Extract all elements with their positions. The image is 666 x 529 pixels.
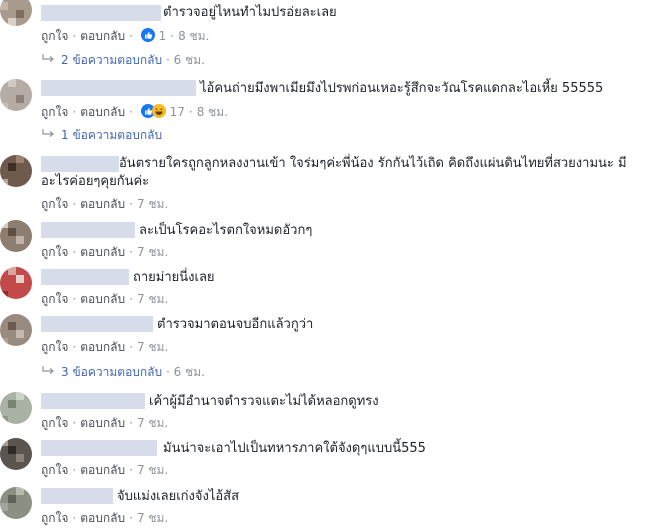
comment-text: เค้าผู้มีอำนาจตำรวจแตะไม่ได้หลอกดูทรง bbox=[149, 394, 379, 409]
like-button[interactable]: ถูกใจ bbox=[41, 197, 68, 211]
commenter-name[interactable] bbox=[41, 316, 153, 332]
comment-text: อันตรายใครถูกลูกหลงงานเข้า ใจร่มๆค่ะพี่น… bbox=[41, 156, 627, 189]
replies-time: 6 ชม. bbox=[173, 53, 205, 67]
timestamp[interactable]: 7 ชม. bbox=[137, 511, 168, 525]
avatar[interactable] bbox=[0, 267, 32, 299]
timestamp[interactable]: 8 ชม. bbox=[178, 29, 209, 43]
comment-text: ไอ้คนถ่ายมึงพาเมียมึงไปรพก่อนเหอะรู้สึกจ… bbox=[200, 81, 604, 96]
avatar[interactable] bbox=[0, 438, 32, 470]
replies-count[interactable]: 2 ข้อความตอบกลับ bbox=[61, 53, 162, 67]
comment-actions: ถูกใจ · ตอบกลับ · 7 ชม. bbox=[41, 511, 169, 525]
like-button[interactable]: ถูกใจ bbox=[41, 511, 68, 525]
reaction-count[interactable]: 17 bbox=[170, 105, 185, 119]
like-button[interactable]: ถูกใจ bbox=[41, 292, 68, 306]
like-button[interactable]: ถูกใจ bbox=[41, 245, 68, 259]
reply-arrow-icon bbox=[42, 54, 54, 62]
reply-button[interactable]: ตอบกลับ bbox=[80, 463, 125, 477]
comment-actions: ถูกใจ · ตอบกลับ · 7 ชม. bbox=[41, 245, 169, 259]
commenter-name[interactable] bbox=[41, 393, 145, 409]
like-button[interactable]: ถูกใจ bbox=[41, 29, 68, 43]
timestamp[interactable]: 7 ชม. bbox=[137, 197, 168, 211]
like-button[interactable]: ถูกใจ bbox=[41, 463, 68, 477]
like-reaction-icon[interactable] bbox=[140, 28, 155, 46]
view-replies-link[interactable]: 1 ข้อความตอบกลับ bbox=[41, 127, 162, 143]
commenter-name[interactable] bbox=[41, 5, 161, 21]
like-button[interactable]: ถูกใจ bbox=[41, 416, 68, 430]
comment-text: ละเป็นโรคอะไรตกใจหมดอัวกๆ bbox=[139, 223, 313, 238]
timestamp[interactable]: 8 ชม. bbox=[197, 105, 228, 119]
comment-actions: ถูกใจ · ตอบกลับ · 7 ชม. bbox=[41, 197, 169, 211]
replies-count[interactable]: 3 ข้อความตอบกลับ bbox=[61, 365, 162, 379]
reply-arrow-icon bbox=[42, 366, 54, 374]
replies-count[interactable]: 1 ข้อความตอบกลับ bbox=[61, 128, 162, 142]
commenter-name[interactable] bbox=[41, 440, 157, 456]
timestamp[interactable]: 7 ชม. bbox=[137, 416, 168, 430]
comment-actions: ถูกใจ · ตอบกลับ · 7 ชม. bbox=[41, 463, 169, 477]
like-button[interactable]: ถูกใจ bbox=[41, 340, 68, 354]
comment-actions: ถูกใจ · ตอบกลับ · 7 ชม. bbox=[41, 416, 169, 430]
replies-time: 6 ชม. bbox=[173, 365, 205, 379]
avatar[interactable] bbox=[0, 0, 32, 26]
like-button[interactable]: ถูกใจ bbox=[41, 105, 68, 119]
commenter-name[interactable] bbox=[41, 222, 135, 238]
comment-actions: ถูกใจ · ตอบกลับ · 17 · 8 ชม. bbox=[41, 102, 228, 120]
comment-actions: ถูกใจ · ตอบกลับ · 7 ชม. bbox=[41, 292, 169, 306]
timestamp[interactable]: 7 ชม. bbox=[137, 463, 168, 477]
reply-button[interactable]: ตอบกลับ bbox=[80, 416, 125, 430]
comment-text: ตำรวจอยู่ไหนทำไมปรอ่ยละเลย bbox=[163, 5, 337, 20]
comment-text: มันน่าจะเอาไปเป็นทหารภาคใต้จังดุๆแบบนี้5… bbox=[163, 441, 426, 456]
reply-button[interactable]: ตอบกลับ bbox=[80, 292, 125, 306]
comment-text: ถายม่ายนี่งเลย bbox=[133, 270, 215, 285]
commenter-name[interactable] bbox=[41, 488, 113, 504]
comment-actions: ถูกใจ · ตอบกลับ · 7 ชม. bbox=[41, 340, 169, 354]
avatar[interactable] bbox=[0, 79, 32, 111]
avatar[interactable] bbox=[0, 220, 32, 252]
timestamp[interactable]: 7 ชม. bbox=[137, 245, 168, 259]
avatar[interactable] bbox=[0, 314, 32, 346]
reply-arrow-icon bbox=[42, 129, 54, 137]
view-replies-link[interactable]: 2 ข้อความตอบกลับ · 6 ชม. bbox=[41, 52, 205, 68]
reply-button[interactable]: ตอบกลับ bbox=[80, 197, 125, 211]
avatar[interactable] bbox=[0, 487, 32, 519]
reply-button[interactable]: ตอบกลับ bbox=[80, 29, 125, 43]
avatar[interactable] bbox=[0, 155, 32, 187]
haha-reaction-icon[interactable] bbox=[151, 104, 166, 122]
reply-button[interactable]: ตอบกลับ bbox=[80, 511, 125, 525]
reply-button[interactable]: ตอบกลับ bbox=[80, 340, 125, 354]
commenter-name[interactable] bbox=[41, 269, 129, 285]
reply-button[interactable]: ตอบกลับ bbox=[80, 105, 125, 119]
avatar[interactable] bbox=[0, 392, 32, 424]
comment-actions: ถูกใจ · ตอบกลับ · 1 · 8 ชม. bbox=[41, 26, 209, 44]
reply-button[interactable]: ตอบกลับ bbox=[80, 245, 125, 259]
timestamp[interactable]: 7 ชม. bbox=[137, 292, 168, 306]
reaction-count[interactable]: 1 bbox=[159, 29, 167, 43]
commenter-name[interactable] bbox=[41, 80, 196, 96]
timestamp[interactable]: 7 ชม. bbox=[137, 340, 168, 354]
comment-text: จับแม่งเลยเก่งจังไอ้สัส bbox=[117, 489, 240, 504]
comment-text: ตำรวจมาตอนจบอีกแล้วกูว่า bbox=[157, 317, 314, 332]
view-replies-link[interactable]: 3 ข้อความตอบกลับ · 6 ชม. bbox=[41, 364, 205, 380]
